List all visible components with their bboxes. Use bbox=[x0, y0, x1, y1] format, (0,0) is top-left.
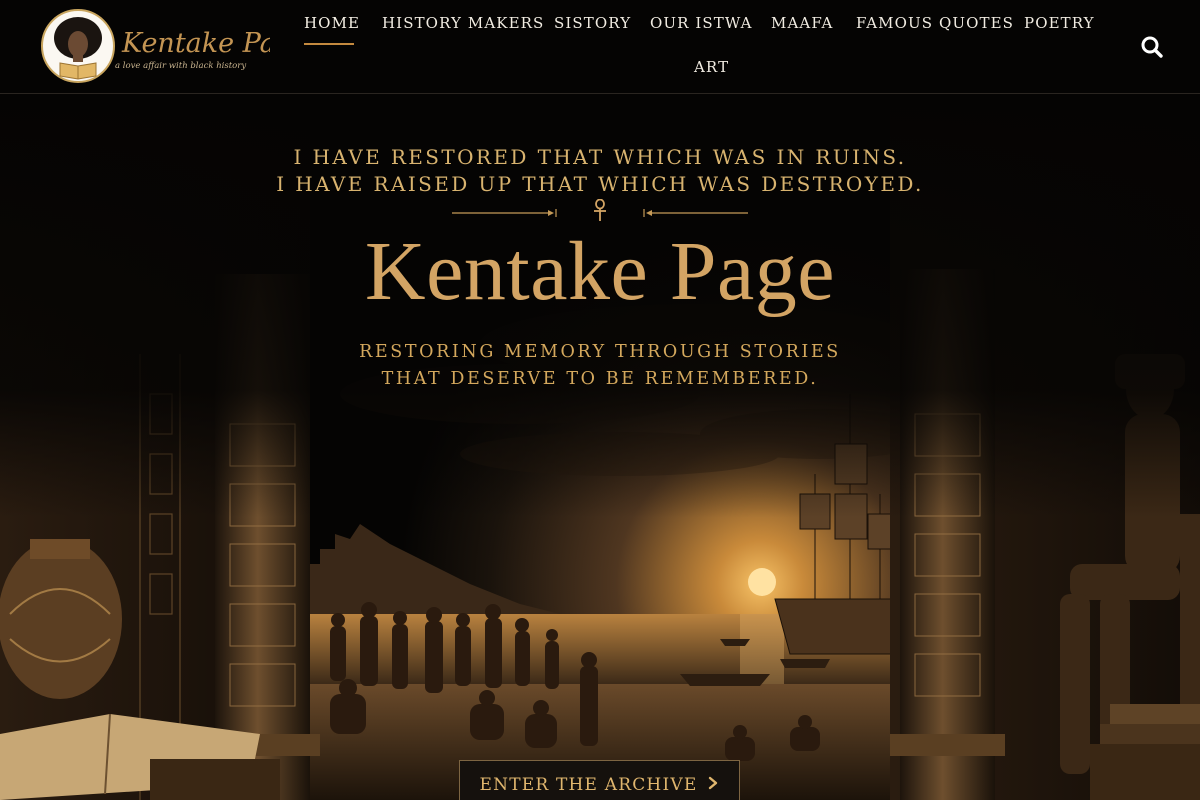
ankh-icon bbox=[594, 199, 606, 221]
hero-title: Kentake Page bbox=[364, 225, 836, 318]
hero-tagline: I HAVE RESTORED THAT WHICH WAS IN RUINS.… bbox=[0, 144, 1200, 198]
hero-subtitle-line-1: RESTORING MEMORY THROUGH STORIES bbox=[359, 342, 841, 362]
hero-subtitle: RESTORING MEMORY THROUGH STORIES THAT DE… bbox=[0, 339, 1200, 393]
nav-item-poetry[interactable]: POETRY bbox=[1024, 14, 1095, 32]
nav-item-history-makers[interactable]: HISTORY MAKERS bbox=[382, 14, 544, 32]
chevron-right-icon bbox=[707, 761, 719, 800]
hero-tagline-line-1: I HAVE RESTORED THAT WHICH WAS IN RUINS. bbox=[293, 145, 907, 169]
nav-item-sistory[interactable]: SISTORY bbox=[554, 14, 631, 32]
enter-archive-label: ENTER THE ARCHIVE bbox=[479, 775, 698, 795]
nav-active-indicator bbox=[304, 43, 354, 45]
site-header: Kentake Page a love affair with black hi… bbox=[0, 0, 1200, 94]
search-button[interactable] bbox=[1138, 33, 1166, 61]
nav-item-home[interactable]: HOME bbox=[304, 14, 360, 32]
nav-item-art[interactable]: ART bbox=[694, 58, 729, 76]
nav-item-our-istwa[interactable]: OUR ISTWA bbox=[650, 14, 753, 32]
site-logo[interactable]: Kentake Page a love affair with black hi… bbox=[40, 8, 309, 84]
nav-item-famous-quotes[interactable]: FAMOUS QUOTES bbox=[856, 14, 1014, 32]
logo-tagline: a love affair with black history bbox=[115, 61, 246, 71]
enter-archive-button[interactable]: ENTER THE ARCHIVE bbox=[459, 760, 740, 800]
logo-wordmark: Kentake Page bbox=[121, 28, 270, 59]
nav-item-maafa[interactable]: MAAFA bbox=[771, 14, 833, 32]
main-navigation: HOME HISTORY MAKERS SISTORY OUR ISTWA MA… bbox=[290, 0, 1094, 93]
hero-divider bbox=[452, 199, 748, 221]
hero-section: I HAVE RESTORED THAT WHICH WAS IN RUINS.… bbox=[0, 94, 1200, 800]
hero-subtitle-line-2: THAT DESERVE TO BE REMEMBERED. bbox=[381, 369, 819, 389]
search-icon bbox=[1141, 36, 1163, 58]
hero-tagline-line-2: I HAVE RAISED UP THAT WHICH WAS DESTROYE… bbox=[276, 172, 924, 196]
